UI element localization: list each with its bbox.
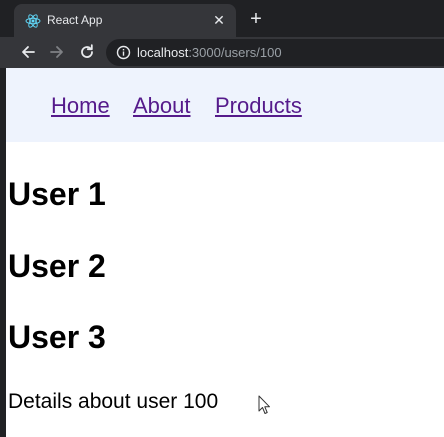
site-info-icon[interactable] (116, 45, 131, 60)
url-text[interactable]: localhost:3000/users/100 (137, 45, 282, 60)
nav-link-home[interactable]: Home (51, 92, 110, 120)
navbar: Home About Products (6, 68, 444, 142)
tab-close-icon[interactable]: ✕ (210, 11, 228, 29)
forward-icon[interactable] (46, 41, 68, 63)
new-tab-icon[interactable]: + (246, 9, 266, 29)
address-bar[interactable]: localhost:3000/users/100 (106, 39, 444, 66)
react-logo-icon (25, 14, 41, 28)
user-heading-3: User 3 (8, 319, 106, 355)
browser-toolbar: localhost:3000/users/100 (0, 37, 444, 68)
reload-icon[interactable] (76, 41, 98, 63)
nav-link-products[interactable]: Products (215, 92, 302, 120)
user-heading-1: User 1 (8, 176, 106, 212)
page-content: Home About Products User 1 User 2 User 3… (6, 68, 444, 437)
url-host: localhost (137, 45, 189, 60)
user-details-text: Details about user 100 (8, 390, 219, 413)
url-path: :3000/users/100 (188, 45, 282, 60)
tab-title: React App (47, 13, 103, 27)
back-icon[interactable] (17, 41, 39, 63)
user-heading-2: User 2 (8, 248, 106, 284)
mouse-pointer-icon (258, 395, 270, 414)
browser-tab[interactable]: React App ✕ (14, 4, 236, 37)
tab-strip: React App ✕ + (0, 0, 444, 37)
nav-link-about[interactable]: About (133, 92, 191, 120)
